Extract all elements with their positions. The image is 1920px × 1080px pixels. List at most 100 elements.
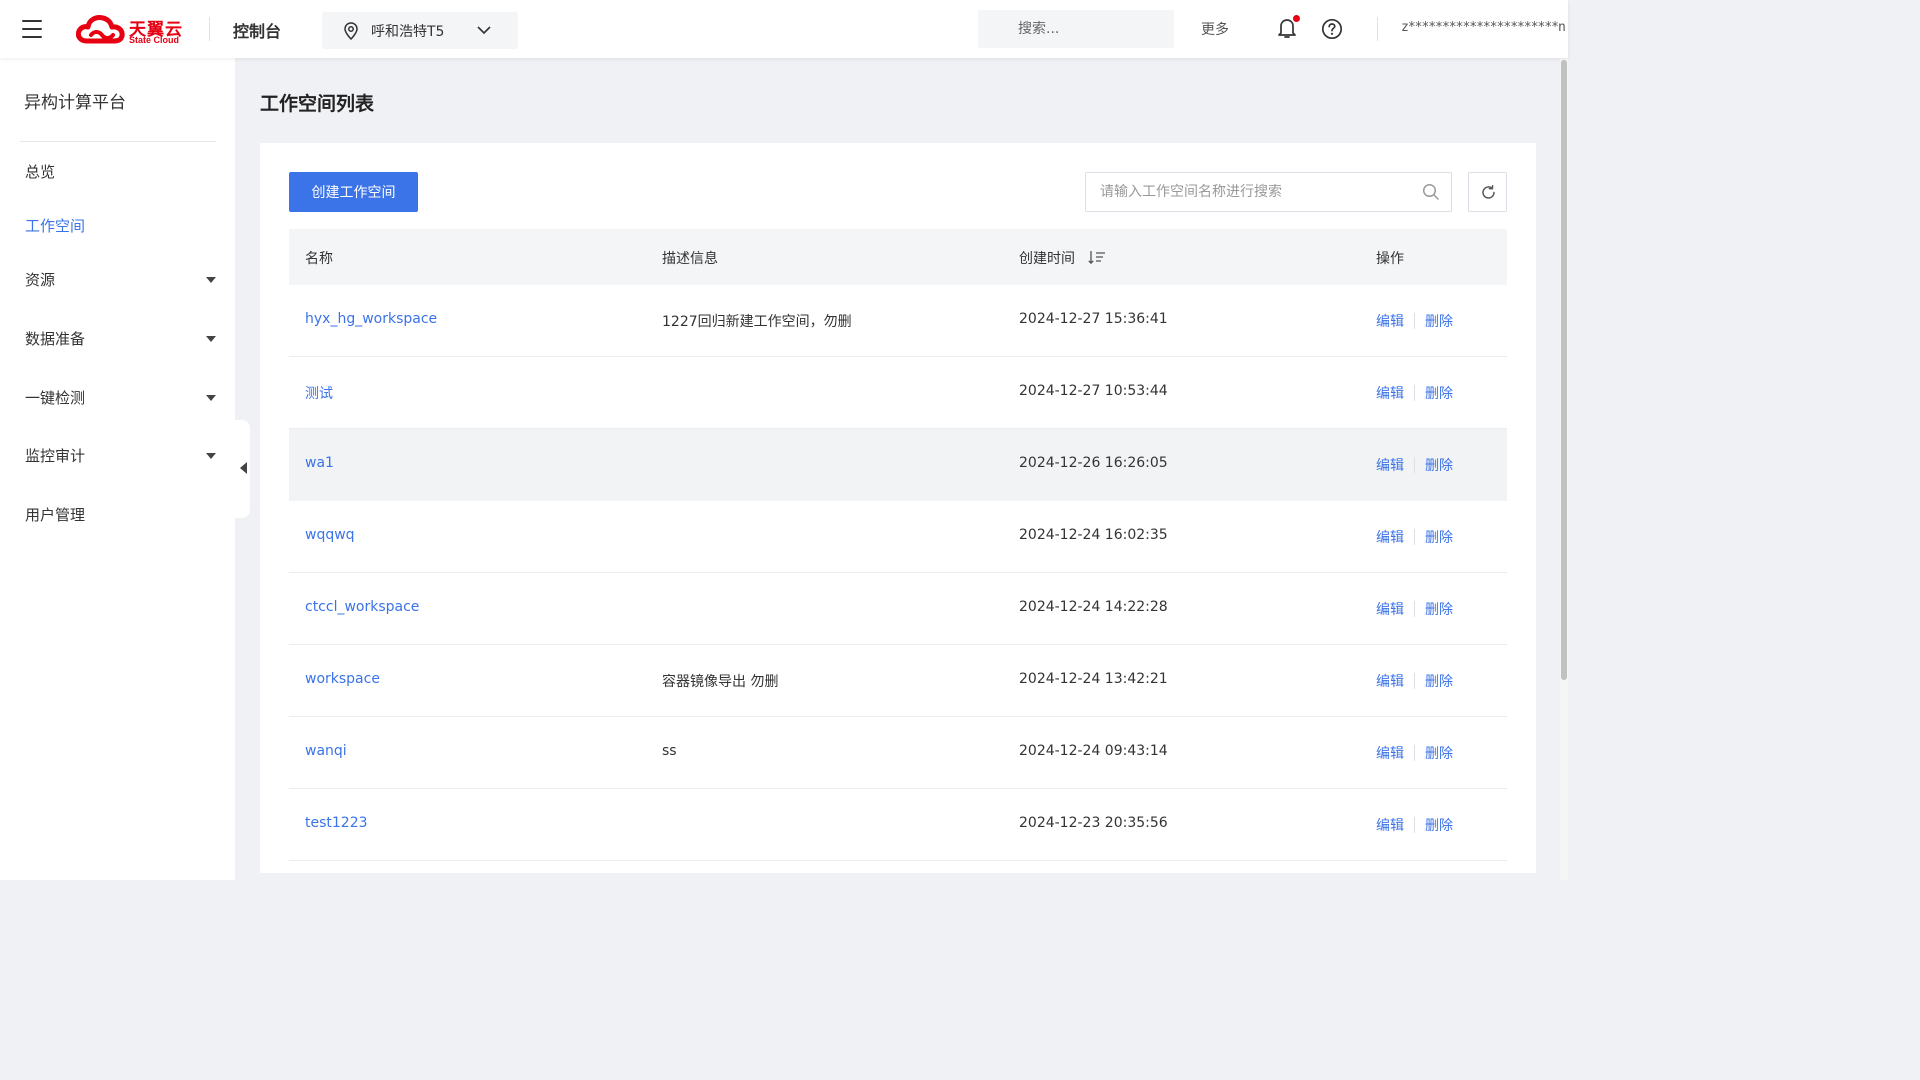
- table-row: test1223 2024-12-23 20:35:56 编辑 删除: [289, 789, 1507, 861]
- caret-down-icon: [206, 395, 216, 401]
- refresh-icon: [1482, 185, 1495, 199]
- sidebar-item-label: 监控审计: [25, 447, 86, 465]
- column-header-description: 描述信息: [662, 251, 718, 267]
- action-divider: [1414, 817, 1415, 833]
- sidebar-item-label: 资源: [25, 271, 56, 289]
- search-icon[interactable]: [1422, 183, 1440, 201]
- table-row: ctccl_workspace 2024-12-24 14:22:28 编辑 删…: [289, 573, 1507, 645]
- table-row: wanqi ss 2024-12-24 09:43:14 编辑 删除: [289, 717, 1507, 789]
- sidebar-divider: [20, 141, 216, 142]
- action-divider: [1414, 313, 1415, 329]
- more-menu[interactable]: 更多: [1201, 19, 1229, 39]
- column-header-name: 名称: [305, 251, 333, 267]
- brand-logo[interactable]: 天翼云 State Cloud: [75, 14, 188, 46]
- sidebar-item-monitor-audit[interactable]: 监控审计: [0, 435, 235, 475]
- table-body: hyx_hg_workspace 1227回归新建工作空间，勿删 2024-12…: [289, 285, 1507, 861]
- column-header-actions: 操作: [1376, 251, 1404, 267]
- column-header-created[interactable]: 创建时间: [1019, 248, 1075, 268]
- edit-button[interactable]: 编辑: [1376, 743, 1404, 763]
- sort-icon[interactable]: [1088, 250, 1106, 265]
- edit-button[interactable]: 编辑: [1376, 383, 1404, 403]
- table-row: hyx_hg_workspace 1227回归新建工作空间，勿删 2024-12…: [289, 285, 1507, 357]
- table-row: 测试 2024-12-27 10:53:44 编辑 删除: [289, 357, 1507, 429]
- edit-button[interactable]: 编辑: [1376, 527, 1404, 547]
- sidebar-item-label: 工作空间: [25, 217, 86, 235]
- sidebar-item-label: 用户管理: [25, 506, 86, 524]
- global-search-input[interactable]: [978, 10, 1174, 48]
- sidebar-item-resources[interactable]: 资源: [0, 259, 235, 299]
- workspace-name-link[interactable]: wqqwq: [305, 527, 355, 543]
- top-header: 天翼云 State Cloud 控制台 呼和浩特T5 更多 z*********…: [0, 0, 1568, 58]
- menu-icon[interactable]: [22, 20, 42, 38]
- sidebar-item-label: 数据准备: [25, 330, 86, 348]
- edit-button[interactable]: 编辑: [1376, 815, 1404, 835]
- workspace-name-link[interactable]: wa1: [305, 455, 334, 471]
- workspace-created-time: 2024-12-24 13:42:21: [1019, 671, 1168, 687]
- sidebar: 异构计算平台 总览 工作空间 资源 数据准备 一键检测 监控审计 用户管理: [0, 58, 235, 880]
- workspace-name-link[interactable]: test1223: [305, 815, 368, 831]
- table-row: wa1 2024-12-26 16:26:05 编辑 删除: [289, 429, 1507, 501]
- region-selector[interactable]: 呼和浩特T5: [322, 12, 518, 49]
- delete-button[interactable]: 删除: [1425, 527, 1453, 547]
- refresh-button[interactable]: [1468, 172, 1507, 212]
- edit-button[interactable]: 编辑: [1376, 311, 1404, 331]
- workspace-description: ss: [662, 743, 677, 759]
- delete-button[interactable]: 删除: [1425, 599, 1453, 619]
- caret-down-icon: [206, 277, 216, 283]
- edit-button[interactable]: 编辑: [1376, 599, 1404, 619]
- action-divider: [1414, 385, 1415, 401]
- table-header: 名称 描述信息 创建时间 操作: [289, 229, 1507, 285]
- location-pin-icon: [344, 22, 358, 40]
- create-workspace-button[interactable]: 创建工作空间: [289, 172, 418, 212]
- sidebar-item-workspace[interactable]: 工作空间: [0, 205, 235, 245]
- workspace-panel: 创建工作空间 名称 描述信息 创建时间 操作 hyx_hg_workspace …: [260, 143, 1536, 873]
- page-title: 工作空间列表: [260, 93, 375, 115]
- help-icon[interactable]: [1321, 18, 1343, 40]
- header-divider: [209, 17, 210, 41]
- caret-down-icon: [206, 453, 216, 459]
- collapse-left-icon: [240, 462, 247, 474]
- workspace-name-link[interactable]: 测试: [305, 383, 333, 403]
- logo-en-text: State Cloud: [129, 35, 180, 45]
- chevron-down-icon: [477, 26, 491, 35]
- workspace-created-time: 2024-12-26 16:26:05: [1019, 455, 1168, 471]
- page-scrollbar-thumb[interactable]: [1561, 60, 1567, 680]
- action-divider: [1414, 457, 1415, 473]
- action-divider: [1414, 529, 1415, 545]
- delete-button[interactable]: 删除: [1425, 383, 1453, 403]
- console-link[interactable]: 控制台: [233, 18, 281, 42]
- workspace-created-time: 2024-12-24 14:22:28: [1019, 599, 1168, 615]
- action-divider: [1414, 601, 1415, 617]
- sidebar-item-user-management[interactable]: 用户管理: [0, 494, 235, 534]
- workspace-created-time: 2024-12-27 15:36:41: [1019, 311, 1168, 327]
- action-divider: [1414, 745, 1415, 761]
- caret-down-icon: [206, 336, 216, 342]
- sidebar-collapse-toggle[interactable]: [235, 420, 250, 518]
- workspace-created-time: 2024-12-23 20:35:56: [1019, 815, 1168, 831]
- workspace-created-time: 2024-12-24 09:43:14: [1019, 743, 1168, 759]
- delete-button[interactable]: 删除: [1425, 455, 1453, 475]
- sidebar-item-data-prep[interactable]: 数据准备: [0, 318, 235, 358]
- header-divider: [1377, 17, 1378, 41]
- delete-button[interactable]: 删除: [1425, 671, 1453, 691]
- workspace-name-link[interactable]: workspace: [305, 671, 380, 687]
- workspace-search-input[interactable]: [1085, 172, 1452, 212]
- table-row: wqqwq 2024-12-24 16:02:35 编辑 删除: [289, 501, 1507, 573]
- workspace-name-link[interactable]: ctccl_workspace: [305, 599, 419, 615]
- user-account[interactable]: z**********************n: [1401, 20, 1566, 35]
- edit-button[interactable]: 编辑: [1376, 671, 1404, 691]
- workspace-description: 1227回归新建工作空间，勿删: [662, 314, 852, 330]
- workspace-name-link[interactable]: wanqi: [305, 743, 347, 759]
- sidebar-item-label: 一键检测: [25, 389, 86, 407]
- workspace-name-link[interactable]: hyx_hg_workspace: [305, 311, 437, 327]
- region-label: 呼和浩特T5: [371, 24, 445, 40]
- sidebar-item-overview[interactable]: 总览: [0, 151, 235, 191]
- sidebar-item-one-click-check[interactable]: 一键检测: [0, 377, 235, 417]
- delete-button[interactable]: 删除: [1425, 311, 1453, 331]
- workspace-description: 容器镜像导出 勿删: [662, 674, 779, 690]
- table-row: workspace 容器镜像导出 勿删 2024-12-24 13:42:21 …: [289, 645, 1507, 717]
- edit-button[interactable]: 编辑: [1376, 455, 1404, 475]
- delete-button[interactable]: 删除: [1425, 815, 1453, 835]
- delete-button[interactable]: 删除: [1425, 743, 1453, 763]
- sidebar-item-label: 总览: [25, 163, 56, 181]
